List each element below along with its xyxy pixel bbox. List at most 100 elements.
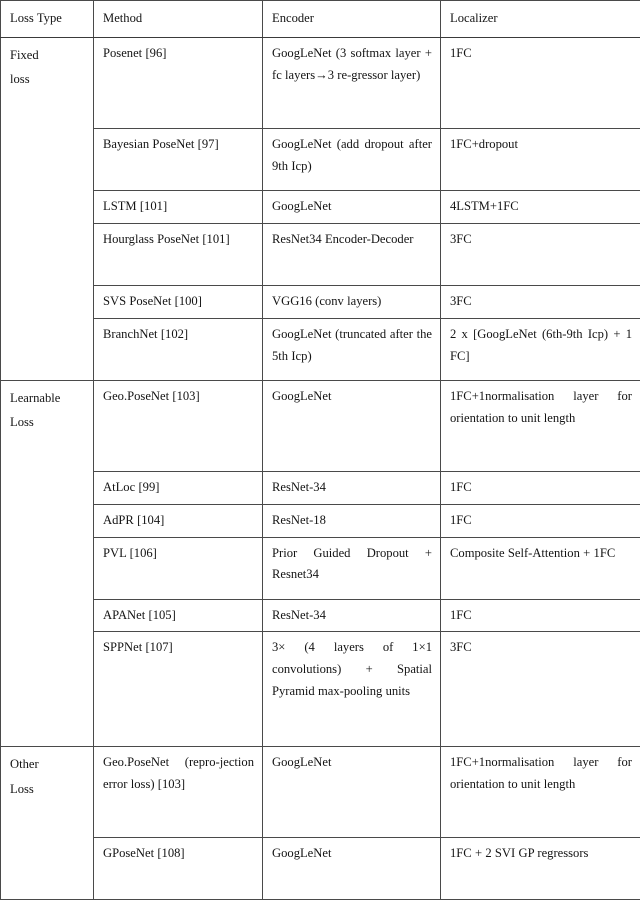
encoder-cell: Prior Guided Dropout + Resnet34 <box>262 536 441 600</box>
encoder-cell: GoogLeNet <box>262 379 441 472</box>
method-cell: SPPNet [107] <box>93 631 263 748</box>
column-header-loss-type-label: Loss Type <box>10 11 62 25</box>
method-cell: PVL [106] <box>93 536 263 600</box>
method-label: BranchNet [102] <box>103 326 189 341</box>
encoder-cell: GoogLeNet (truncated after the 5th Icp) <box>262 317 441 381</box>
localizer-cell: 1FC <box>440 598 640 633</box>
method-cell: LSTM [101] <box>93 189 263 224</box>
method-cell: AdPR [104] <box>93 503 263 538</box>
table-row: LSTM [101] GoogLeNet 4LSTM+1FC <box>1 189 640 224</box>
method-label: PVL [106] <box>103 545 157 560</box>
localizer-label: 3FC <box>450 640 472 655</box>
loss-type-cell-other: Other Loss <box>0 746 94 901</box>
encoder-cell: VGG16 (conv layers) <box>262 284 441 319</box>
table-row: Bayesian PoseNet [97] GoogLeNet (add dro… <box>1 127 640 191</box>
localizer-cell: 1FC <box>440 470 640 505</box>
table-row: SVS PoseNet [100] VGG16 (conv layers) 3F… <box>1 284 640 319</box>
encoder-label: ResNet34 Encoder-Decoder <box>272 231 414 246</box>
method-cell: Bayesian PoseNet [97] <box>93 127 263 191</box>
method-label: Hourglass PoseNet [101] <box>103 231 230 246</box>
encoder-cell: GoogLeNet <box>262 837 441 901</box>
table-row: APANet [105] ResNet-34 1FC <box>1 598 640 633</box>
column-header-loss-type: Loss Type <box>0 0 94 38</box>
method-label: SPPNet [107] <box>103 640 173 655</box>
method-label: SVS PoseNet [100] <box>103 293 202 308</box>
method-cell: GPoseNet [108] <box>93 837 263 901</box>
method-label: GPoseNet [108] <box>103 846 185 861</box>
method-cell: SVS PoseNet [100] <box>93 284 263 319</box>
encoder-cell: GoogLeNet (3 softmax layer + fc layers→3… <box>262 36 441 129</box>
localizer-cell: 4LSTM+1FC <box>440 189 640 224</box>
localizer-cell: 3FC <box>440 631 640 748</box>
encoder-label: GoogLeNet <box>272 388 332 403</box>
localizer-label: 1FC+dropout <box>450 136 518 151</box>
method-label: Bayesian PoseNet [97] <box>103 136 219 151</box>
table-row: Hourglass PoseNet [101] ResNet34 Encoder… <box>1 222 640 286</box>
localizer-cell: 1FC+dropout <box>440 127 640 191</box>
encoder-cell: ResNet-34 <box>262 470 441 505</box>
table-header-row: Loss Type Method Encoder Localizer <box>0 0 640 38</box>
loss-type-cell-fixed: Fixed loss <box>0 36 94 381</box>
encoder-cell: GoogLeNet <box>262 746 441 839</box>
column-header-localizer-label: Localizer <box>450 11 498 25</box>
localizer-label: 1FC <box>450 607 472 622</box>
localizer-label: 1FC <box>450 45 472 60</box>
table-row: AdPR [104] ResNet-18 1FC <box>1 503 640 538</box>
loss-type-cell-learnable: Learnable Loss <box>0 379 94 748</box>
localizer-label: 3FC <box>450 293 472 308</box>
table-row: Other Loss Geo.PoseNet (repro-jection err… <box>0 746 640 901</box>
encoder-label: GoogLeNet <box>272 846 332 861</box>
method-label: APANet [105] <box>103 607 176 622</box>
encoder-label: GoogLeNet <box>272 198 332 213</box>
table-container: Loss Type Method Encoder Localizer Fixed… <box>0 0 640 916</box>
localizer-cell: 3FC <box>440 222 640 286</box>
method-cell: Geo.PoseNet (repro-jection error loss) [… <box>93 746 263 839</box>
method-label: Posenet [96] <box>103 45 167 60</box>
loss-type-label-other: Other Loss <box>10 757 39 796</box>
encoder-cell: ResNet-34 <box>262 598 441 633</box>
localizer-label: Composite Self-Attention + 1FC <box>450 545 616 560</box>
method-cell: Geo.PoseNet [103] <box>93 379 263 472</box>
column-header-encoder-label: Encoder <box>272 11 314 25</box>
encoder-cell: GoogLeNet (add dropout after 9th Icp) <box>262 127 441 191</box>
encoder-label: GoogLeNet (3 softmax layer + fc layers→3… <box>272 45 432 82</box>
table-row: BranchNet [102] GoogLeNet (truncated aft… <box>1 317 640 381</box>
localizer-label: 1FC + 2 SVI GP regressors <box>450 846 589 861</box>
table-row: Learnable Loss Geo.PoseNet [103] GoogLeNe… <box>0 379 640 748</box>
localizer-cell: 1FC+1normalisation layer for orientation… <box>440 379 640 472</box>
localizer-label: 1FC+1normalisation layer for orientation… <box>450 388 632 425</box>
method-label: Geo.PoseNet (repro-jection error loss) [… <box>103 755 254 792</box>
encoder-label: ResNet-34 <box>272 607 326 622</box>
encoder-label: ResNet-18 <box>272 512 326 527</box>
encoder-label: GoogLeNet <box>272 755 332 770</box>
encoder-label: Prior Guided Dropout + Resnet34 <box>272 545 432 582</box>
loss-type-label-learnable: Learnable Loss <box>10 390 61 430</box>
method-cell: APANet [105] <box>93 598 263 633</box>
encoder-cell: ResNet34 Encoder-Decoder <box>262 222 441 286</box>
encoder-cell: GoogLeNet <box>262 189 441 224</box>
column-header-method: Method <box>93 0 263 38</box>
encoder-label: 3× (4 layers of 1×1 convolutions) + Spat… <box>272 640 432 699</box>
table-row: PVL [106] Prior Guided Dropout + Resnet3… <box>1 536 640 600</box>
localizer-label: 1FC <box>450 512 472 527</box>
encoder-label: GoogLeNet (truncated after the 5th Icp) <box>272 326 432 363</box>
localizer-cell: 1FC <box>440 36 640 129</box>
localizer-cell: 2 x [GoogLeNet (6th-9th Icp) + 1 FC] <box>440 317 640 381</box>
table-row: Fixed loss Posenet [96] GoogLeNet (3 soft… <box>0 36 640 381</box>
loss-type-label-fixed: Fixed loss <box>10 47 39 87</box>
localizer-cell: Composite Self-Attention + 1FC <box>440 536 640 600</box>
table-header: Loss Type Method Encoder Localizer <box>0 0 640 38</box>
pose-regression-methods-table: Loss Type Method Encoder Localizer Fixed… <box>0 0 640 901</box>
table-row: AtLoc [99] ResNet-34 1FC <box>1 470 640 505</box>
method-cell: Posenet [96] <box>93 36 263 129</box>
method-cell: AtLoc [99] <box>93 470 263 505</box>
localizer-cell: 1FC + 2 SVI GP regressors <box>440 837 640 901</box>
localizer-label: 4LSTM+1FC <box>450 198 519 213</box>
encoder-cell: ResNet-18 <box>262 503 441 538</box>
column-header-encoder: Encoder <box>262 0 441 38</box>
localizer-cell: 3FC <box>440 284 640 319</box>
method-label: AtLoc [99] <box>103 479 160 494</box>
localizer-label: 3FC <box>450 231 472 246</box>
localizer-label: 1FC <box>450 479 472 494</box>
table-row: SPPNet [107] 3× (4 layers of 1×1 convolu… <box>1 631 640 748</box>
